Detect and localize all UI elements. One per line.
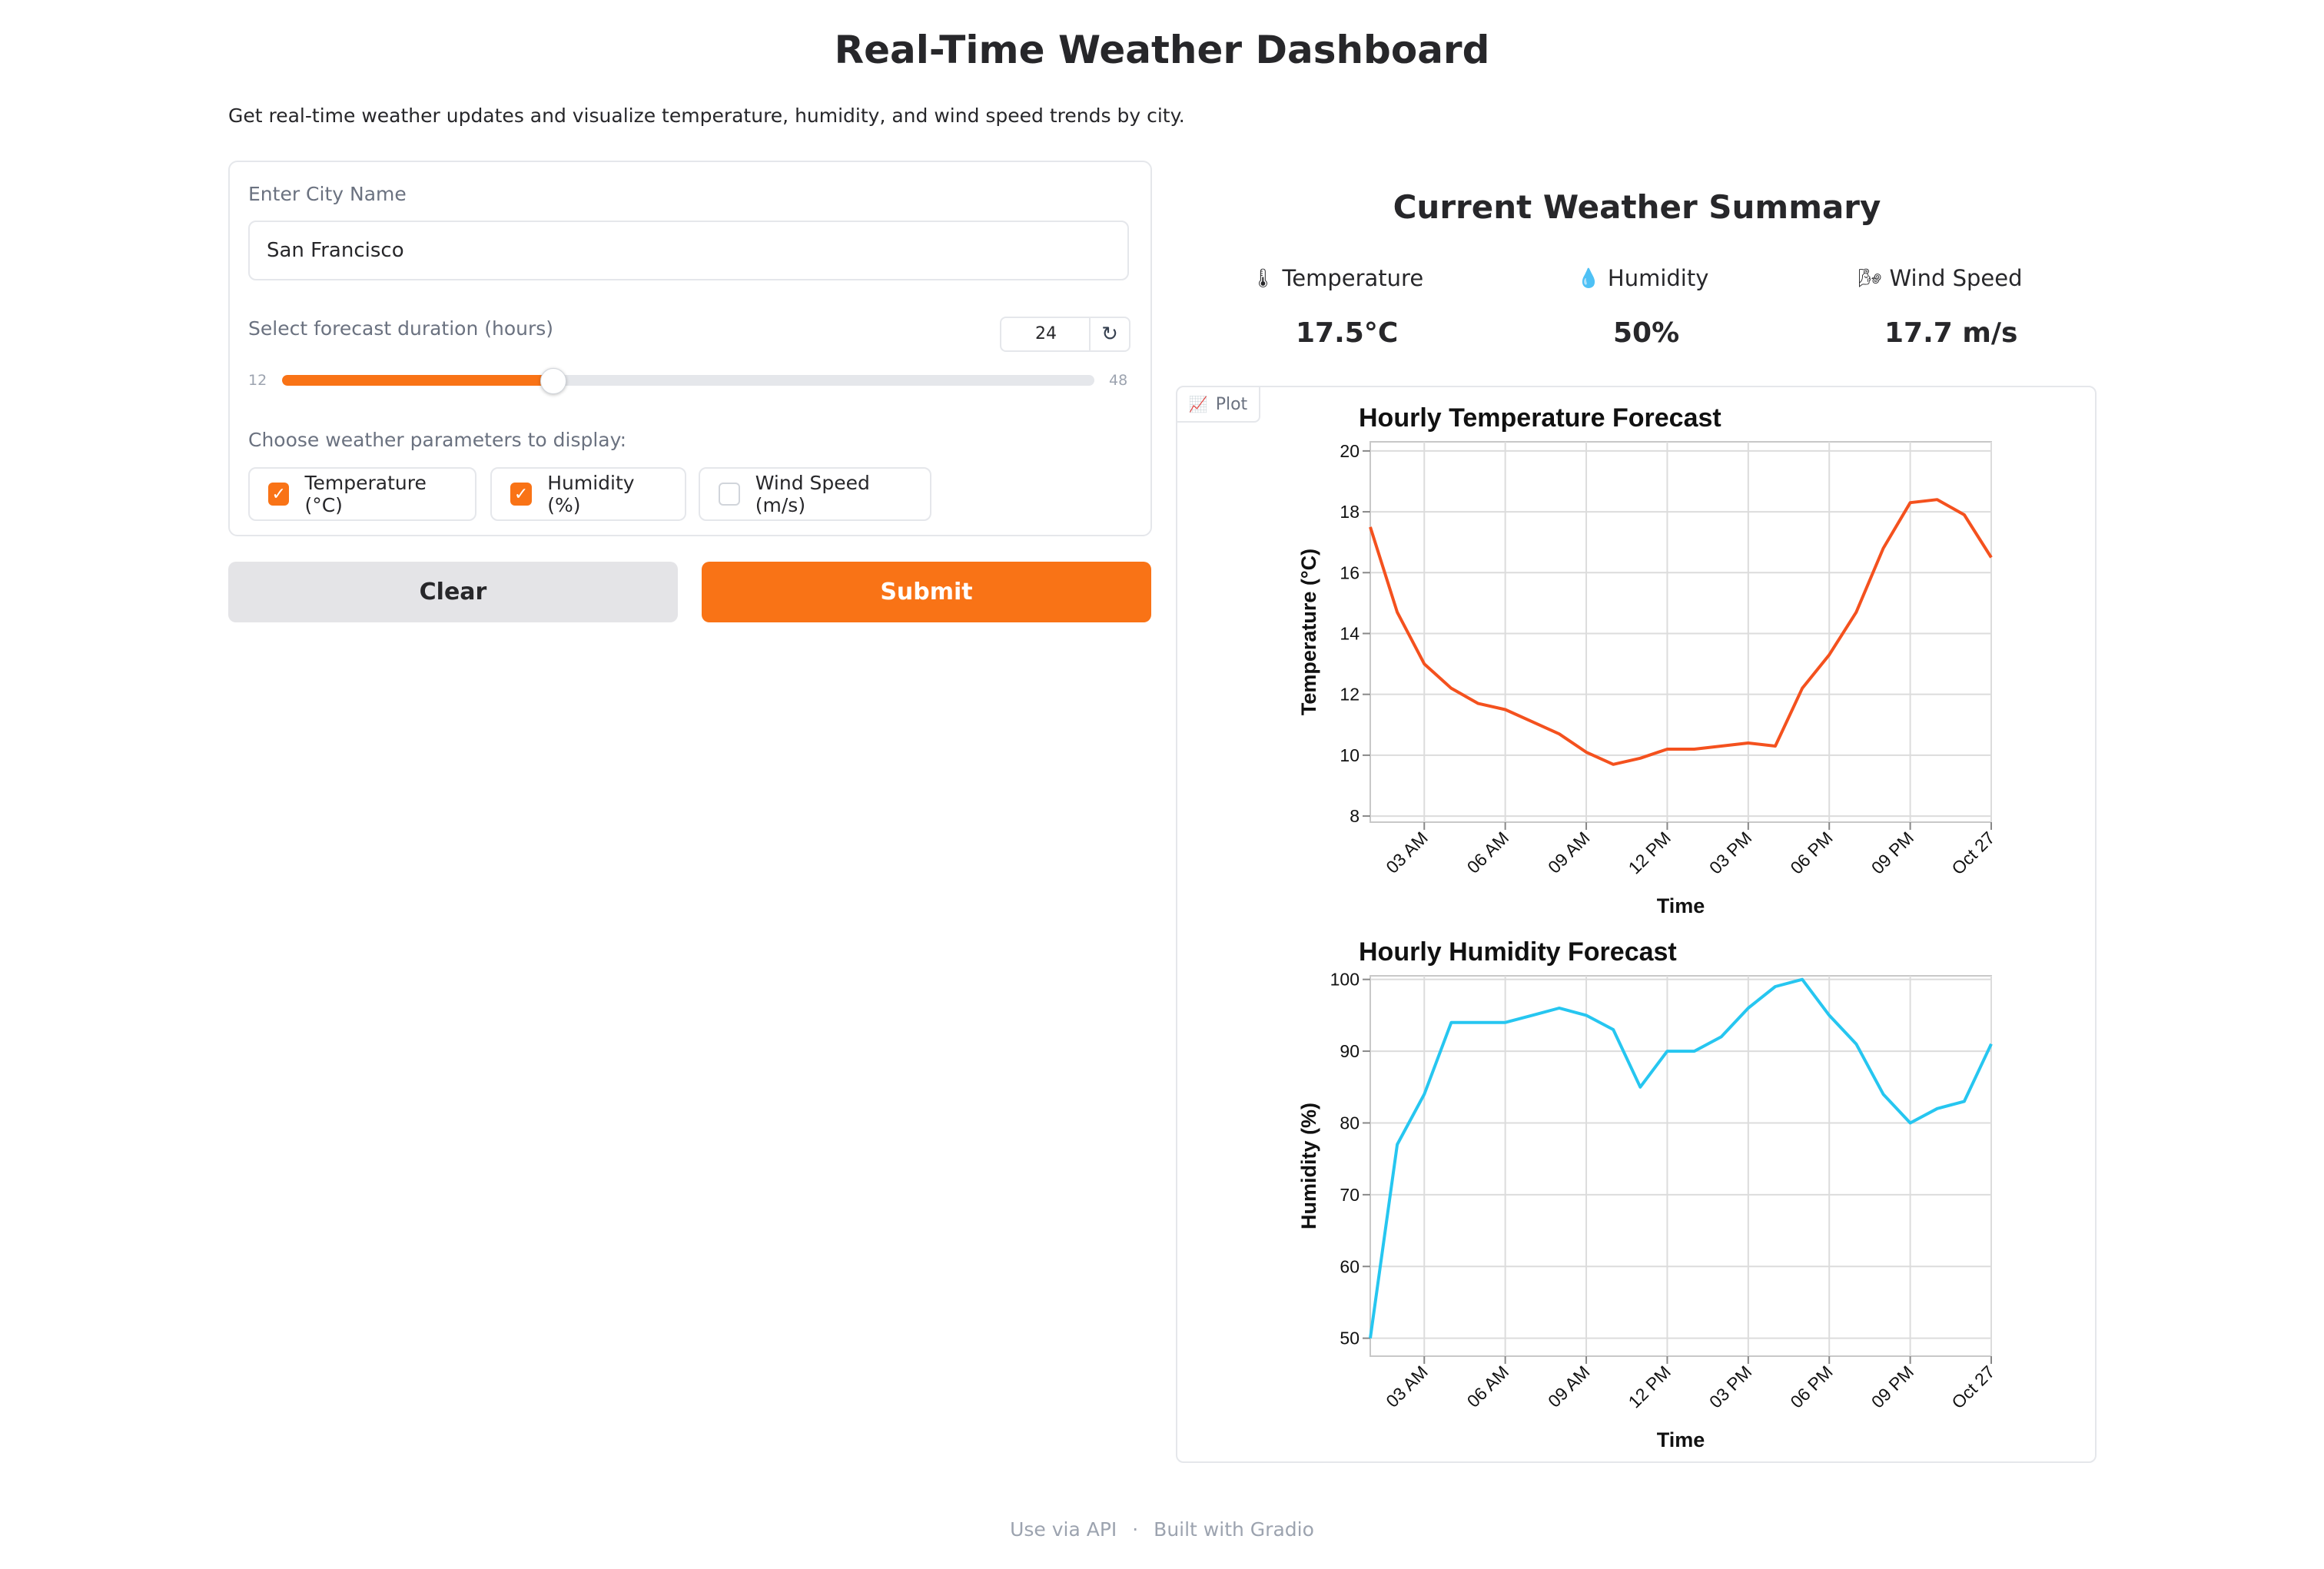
x-tick-label: 03 PM: [1705, 828, 1755, 877]
checkbox-box[interactable]: [719, 483, 740, 506]
checkbox-humidity[interactable]: ✓ Humidity (%): [490, 467, 686, 521]
clear-button[interactable]: Clear: [228, 562, 678, 622]
checkbox-label: Temperature (°C): [304, 472, 427, 516]
y-tick-label: 14: [1340, 623, 1360, 643]
x-tick-label: 03 PM: [1705, 1362, 1755, 1411]
y-tick-label: 80: [1340, 1113, 1360, 1133]
slider-max-label: 48: [1109, 372, 1128, 389]
y-tick-label: 50: [1340, 1329, 1360, 1348]
metric-label: Temperature: [1282, 265, 1424, 291]
y-tick-label: 10: [1340, 745, 1360, 765]
x-tick-label: Oct 27: [1947, 1362, 1998, 1412]
chart-title: Hourly Humidity Forecast: [1359, 937, 1677, 967]
humidity-metric-label: 💧 Humidity: [1577, 265, 1708, 291]
x-tick-label: 06 AM: [1463, 1362, 1513, 1411]
city-input[interactable]: [248, 221, 1129, 280]
check-icon: ✓: [271, 484, 286, 504]
series-line: [1369, 977, 1993, 1338]
use-via-api-link[interactable]: Use via API: [1010, 1518, 1117, 1541]
wind-icon: 🌬: [1858, 267, 1882, 289]
x-tick-label: 06 PM: [1786, 828, 1836, 877]
plot-area: [1370, 441, 1992, 823]
x-tick-label: 12 PM: [1625, 1362, 1675, 1411]
footer: Use via API · Built with Gradio: [0, 1518, 2324, 1541]
x-tick-label: 09 AM: [1544, 1362, 1594, 1411]
plot-area: [1370, 975, 1992, 1357]
humidity-value: 50%: [1613, 317, 1680, 349]
x-tick-label: 09 PM: [1868, 828, 1917, 877]
y-tick-label: 8: [1350, 806, 1360, 826]
wind-speed-metric-label: 🌬 Wind Speed: [1858, 265, 2022, 291]
y-tick-label: 90: [1340, 1041, 1360, 1061]
metric-label: Wind Speed: [1889, 265, 2023, 291]
x-axis-label: Time: [1657, 1428, 1705, 1451]
humidity-chart: Hourly Humidity Forecast 50 60 70 80 90 100 03 …: [1297, 937, 1999, 1451]
thermometer-icon: 🌡: [1251, 267, 1275, 289]
checkbox-box[interactable]: ✓: [268, 483, 290, 506]
temperature-metric-label: 🌡 Temperature: [1251, 265, 1423, 291]
checkbox-box[interactable]: ✓: [510, 483, 533, 506]
checkbox-label: Humidity (%): [547, 472, 635, 516]
duration-number-input[interactable]: 24: [1000, 317, 1091, 352]
y-tick-label: 12: [1340, 685, 1360, 705]
x-tick-label: Oct 27: [1947, 828, 1998, 878]
metric-label: Humidity: [1607, 265, 1709, 291]
y-tick-label: 16: [1340, 562, 1360, 582]
slider-thumb[interactable]: [540, 368, 566, 394]
chart-title: Hourly Temperature Forecast: [1359, 403, 1721, 433]
temperature-value: 17.5°C: [1296, 317, 1399, 349]
summary-title: Current Weather Summary: [1393, 188, 1881, 226]
x-tick-label: 09 AM: [1544, 828, 1594, 877]
checkbox-temperature[interactable]: ✓ Temperature (°C): [248, 467, 476, 521]
params-label: Choose weather parameters to display:: [248, 429, 627, 451]
checkbox-wind-speed[interactable]: Wind Speed (m/s): [699, 467, 931, 521]
droplet-icon: 💧: [1577, 267, 1600, 289]
slider-fill: [282, 375, 553, 386]
page-title: Real-Time Weather Dashboard: [834, 28, 1490, 72]
line-chart-icon: 📈: [1188, 395, 1208, 413]
page-description: Get real-time weather updates and visual…: [228, 104, 1185, 127]
x-axis-label: Time: [1657, 894, 1705, 917]
x-tick-label: 09 PM: [1868, 1362, 1917, 1411]
duration-label: Select forecast duration (hours): [248, 317, 554, 340]
y-axis-label: Humidity (%): [1297, 1103, 1320, 1229]
plot-tab[interactable]: 📈 Plot: [1177, 387, 1260, 423]
duration-slider[interactable]: [282, 375, 1094, 386]
y-axis-label: Temperature (°C): [1297, 549, 1320, 715]
y-tick-label: 20: [1340, 441, 1360, 461]
x-tick-label: 06 AM: [1463, 828, 1513, 877]
temperature-chart: Hourly Temperature Forecast 8 10 12 14 16 18 20…: [1297, 403, 1999, 917]
slider-min-label: 12: [248, 372, 267, 389]
check-icon: ✓: [513, 484, 529, 504]
plot-tab-label: Plot: [1215, 394, 1248, 414]
wind-speed-value: 17.7 m/s: [1884, 317, 2018, 349]
footer-separator: ·: [1132, 1518, 1139, 1541]
y-tick-label: 18: [1340, 502, 1360, 522]
built-with-gradio-link[interactable]: Built with Gradio: [1154, 1518, 1314, 1541]
x-tick-label: 06 PM: [1786, 1362, 1836, 1411]
series-line: [1369, 498, 1993, 766]
y-tick-label: 100: [1330, 970, 1360, 990]
reset-icon[interactable]: ↻: [1089, 317, 1130, 352]
submit-button[interactable]: Submit: [702, 562, 1151, 622]
checkbox-label: Wind Speed (m/s): [755, 472, 870, 516]
y-tick-label: 70: [1340, 1185, 1360, 1205]
x-tick-label: 03 AM: [1382, 828, 1432, 877]
city-label: Enter City Name: [248, 183, 407, 205]
y-tick-label: 60: [1340, 1256, 1360, 1276]
x-tick-label: 12 PM: [1625, 828, 1675, 877]
x-tick-label: 03 AM: [1382, 1362, 1432, 1411]
